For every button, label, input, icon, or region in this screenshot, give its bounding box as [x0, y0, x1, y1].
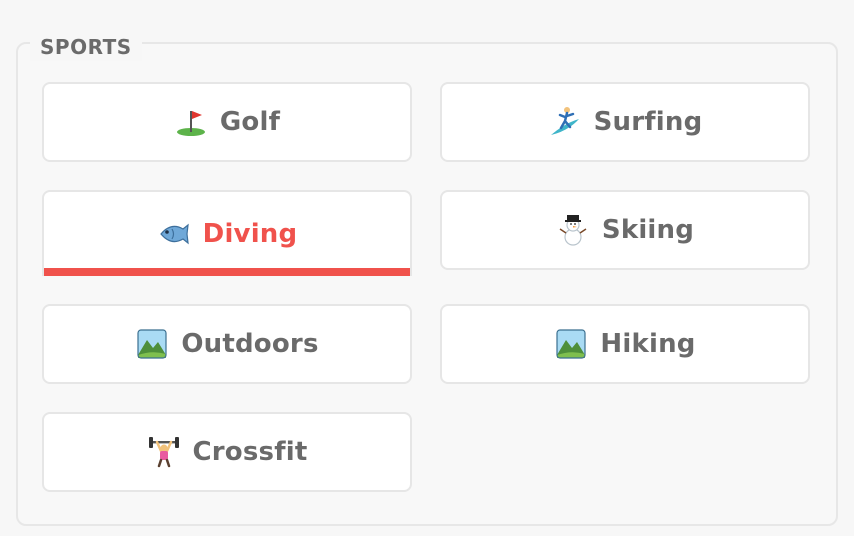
tile-crossfit[interactable]: Crossfit [42, 412, 412, 492]
tile-skiing[interactable]: Skiing [440, 190, 810, 270]
landscape-icon [135, 327, 169, 361]
surfer-icon [548, 105, 582, 139]
tile-surfing[interactable]: Surfing [440, 82, 810, 162]
tile-label: Diving [202, 219, 298, 249]
tile-hiking[interactable]: Hiking [440, 304, 810, 384]
tile-label: Outdoors [181, 329, 319, 359]
tile-label: Crossfit [192, 437, 308, 467]
section-title: SPORTS [30, 33, 142, 61]
weightlifter-icon [147, 435, 181, 469]
tile-diving[interactable]: Diving [42, 190, 412, 276]
fish-icon [157, 217, 191, 251]
tile-label: Hiking [600, 329, 696, 359]
tile-outdoors[interactable]: Outdoors [42, 304, 412, 384]
tile-label: Skiing [601, 215, 695, 245]
tile-label: Golf [219, 107, 281, 137]
selected-indicator [44, 268, 410, 276]
tile-label: Surfing [593, 107, 703, 137]
tile-golf[interactable]: Golf [42, 82, 412, 162]
landscape-icon [554, 327, 588, 361]
snowman-icon [556, 213, 590, 247]
golf-flag-icon [174, 105, 208, 139]
